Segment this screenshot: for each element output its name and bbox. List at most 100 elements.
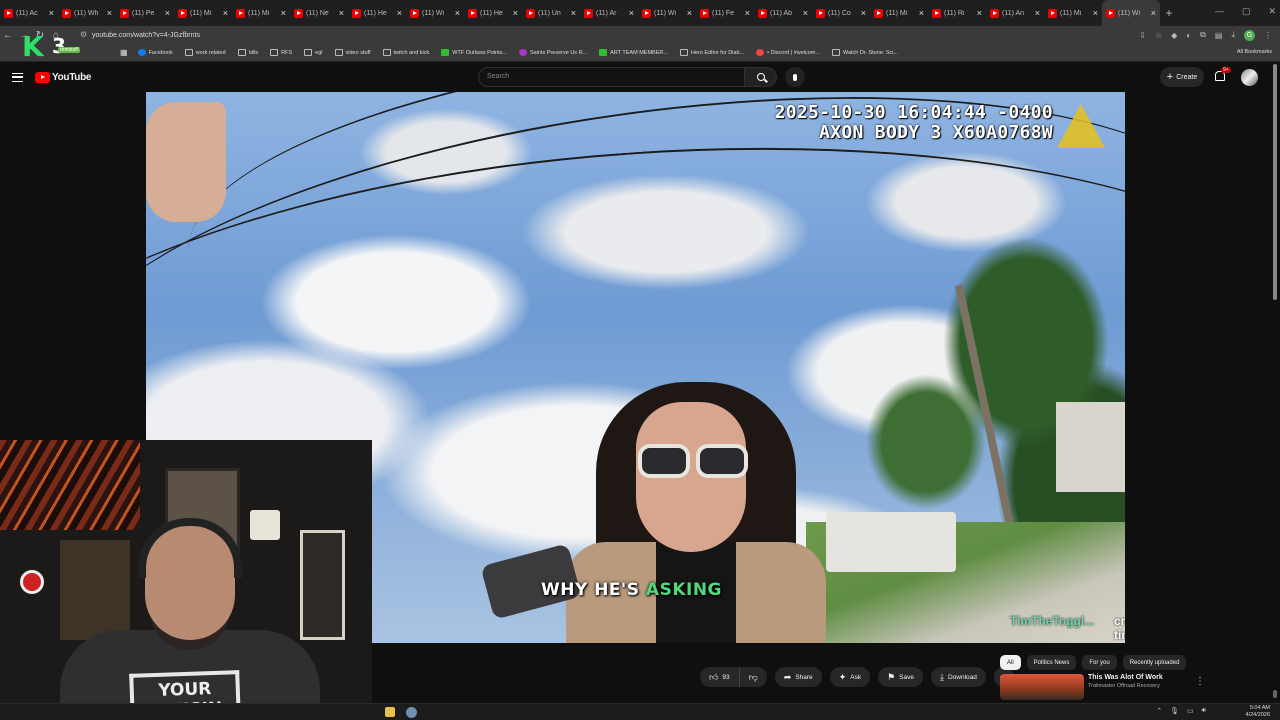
close-window-button[interactable]: ✕ bbox=[1268, 6, 1276, 17]
browser-tab[interactable]: (11) Ab × bbox=[754, 0, 812, 26]
close-tab-icon[interactable]: × bbox=[687, 8, 692, 18]
browser-tab[interactable]: (11) Wh × bbox=[58, 0, 116, 26]
share-button[interactable]: ➦ Share bbox=[774, 667, 822, 687]
forward-button[interactable]: → bbox=[16, 30, 32, 41]
back-button[interactable]: ← bbox=[0, 30, 16, 41]
bookmark-item[interactable]: Saints Preserve Us R... bbox=[518, 49, 587, 56]
home-button[interactable]: ⌂ bbox=[48, 30, 64, 41]
browser-tab[interactable]: (11) Wi × bbox=[638, 0, 696, 26]
browser-tab[interactable]: (11) Mi × bbox=[1044, 0, 1102, 26]
close-tab-icon[interactable]: × bbox=[107, 8, 112, 18]
reload-button[interactable]: ↻ bbox=[32, 30, 48, 41]
video-thumbnail[interactable] bbox=[1000, 674, 1084, 700]
filter-chip[interactable]: Recently uploaded bbox=[1122, 655, 1187, 670]
close-tab-icon[interactable]: × bbox=[1035, 8, 1040, 18]
close-tab-icon[interactable]: × bbox=[1151, 8, 1156, 18]
menu-icon[interactable]: ⋮ bbox=[1264, 31, 1272, 40]
browser-tab[interactable]: (11) Mi × bbox=[232, 0, 290, 26]
close-tab-icon[interactable]: × bbox=[455, 8, 460, 18]
bookmark-item[interactable]: egl bbox=[304, 49, 323, 56]
close-tab-icon[interactable]: × bbox=[745, 8, 750, 18]
bookmark-item[interactable]: Hero Editor for Diab... bbox=[679, 49, 744, 56]
maximize-button[interactable]: ▢ bbox=[1242, 6, 1251, 17]
close-tab-icon[interactable]: × bbox=[223, 8, 228, 18]
search-button[interactable] bbox=[745, 67, 777, 87]
browser-tab[interactable]: (11) Ne × bbox=[290, 0, 348, 26]
create-button[interactable]: + Create bbox=[1160, 67, 1204, 87]
puzzle-icon[interactable]: ⧉ bbox=[1200, 30, 1206, 40]
browser-tab[interactable]: (11) Co × bbox=[812, 0, 870, 26]
network-icon[interactable]: ▭ bbox=[1187, 707, 1194, 715]
browser-tab[interactable]: (11) Ac × bbox=[0, 0, 58, 26]
close-tab-icon[interactable]: × bbox=[49, 8, 54, 18]
close-tab-icon[interactable]: × bbox=[1093, 8, 1098, 18]
bookmark-item[interactable]: work related bbox=[184, 49, 226, 56]
browser-tab[interactable]: (11) Un × bbox=[522, 0, 580, 26]
filter-chip[interactable]: For you bbox=[1082, 655, 1117, 670]
page-scrollbar-thumb[interactable] bbox=[1273, 690, 1277, 698]
bookmark-item[interactable]: RFS bbox=[270, 49, 292, 56]
minimize-button[interactable]: — bbox=[1215, 6, 1224, 17]
install-icon[interactable]: ⇩ bbox=[1139, 31, 1146, 40]
browser-tab[interactable]: (11) Fe × bbox=[696, 0, 754, 26]
browser-tab[interactable]: (11) Wi × bbox=[1102, 0, 1160, 26]
account-avatar[interactable] bbox=[1241, 69, 1258, 86]
youtube-logo[interactable]: YouTube bbox=[35, 71, 92, 83]
profile-avatar[interactable]: G bbox=[1244, 29, 1255, 41]
close-tab-icon[interactable]: × bbox=[803, 8, 808, 18]
browser-tab[interactable]: (11) Wi × bbox=[406, 0, 464, 26]
recommended-title[interactable]: This Was Alot Of Work bbox=[1088, 674, 1163, 681]
bookmark-item[interactable]: Watch Dr. Stone: Sci... bbox=[831, 49, 898, 56]
browser-tab[interactable]: (11) Ar × bbox=[580, 0, 638, 26]
close-tab-icon[interactable]: × bbox=[281, 8, 286, 18]
recommendation-menu-icon[interactable]: ⋮ bbox=[1195, 676, 1205, 687]
browser-tab[interactable]: (11) He × bbox=[464, 0, 522, 26]
bookmark-item[interactable]: WTF Outlaws Points... bbox=[441, 49, 507, 56]
close-tab-icon[interactable]: × bbox=[629, 8, 634, 18]
bookmark-item[interactable]: video stuff bbox=[334, 49, 371, 56]
sidepanel-icon[interactable]: ▤ bbox=[1215, 31, 1223, 40]
download-button[interactable]: ⤓ Download bbox=[930, 667, 986, 687]
url-field[interactable]: ⚙ youtube.com/watch?v=4-JGzfbrnts bbox=[78, 28, 1139, 42]
dislike-button[interactable]: 👎︎ bbox=[739, 667, 767, 687]
like-button[interactable]: 👍︎ 93 bbox=[700, 667, 740, 687]
ask-button[interactable]: ✦ Ask bbox=[829, 667, 871, 687]
bookmark-item[interactable]: twitch and kick bbox=[382, 49, 429, 56]
clock[interactable]: 5:04 AM 4/24/2026 bbox=[1246, 705, 1270, 719]
volume-icon[interactable]: 🔊︎ bbox=[1202, 707, 1206, 715]
download-icon[interactable]: ⤓ bbox=[1231, 30, 1235, 40]
site-info-icon[interactable]: ⚙ bbox=[80, 30, 87, 39]
bookmark-star-icon[interactable]: ☆ bbox=[1155, 31, 1162, 40]
taskbar-app-icon[interactable] bbox=[406, 707, 417, 718]
close-tab-icon[interactable]: × bbox=[513, 8, 518, 18]
close-tab-icon[interactable]: × bbox=[571, 8, 576, 18]
bookmark-item[interactable]: bills bbox=[237, 49, 258, 56]
voice-search-button[interactable] bbox=[785, 67, 805, 87]
close-tab-icon[interactable]: × bbox=[397, 8, 402, 18]
search-input[interactable]: Search bbox=[478, 67, 745, 87]
browser-tab[interactable]: (11) Ri × bbox=[928, 0, 986, 26]
hamburger-menu-icon[interactable] bbox=[12, 72, 23, 82]
filter-chip[interactable]: Politics News bbox=[1026, 655, 1077, 670]
recommended-video[interactable]: This Was Alot Of Work Trailmaster Offroa… bbox=[1000, 674, 1163, 700]
browser-tab[interactable]: (11) Mi × bbox=[174, 0, 232, 26]
new-tab-button[interactable]: + bbox=[1160, 6, 1178, 20]
close-tab-icon[interactable]: × bbox=[339, 8, 344, 18]
taskbar-app-icon[interactable] bbox=[385, 707, 395, 717]
browser-tab[interactable]: (11) He × bbox=[348, 0, 406, 26]
extension-icon[interactable]: ◐ bbox=[1186, 31, 1191, 40]
recommended-channel[interactable]: Trailmaster Offroad Recovery bbox=[1088, 683, 1163, 689]
close-tab-icon[interactable]: × bbox=[165, 8, 170, 18]
apps-grid-icon[interactable]: ▦ bbox=[120, 48, 128, 57]
filter-chip[interactable]: All bbox=[1000, 655, 1021, 670]
page-scrollbar[interactable] bbox=[1273, 64, 1277, 300]
bookmark-item[interactable]: Facebook bbox=[137, 49, 173, 56]
browser-tab[interactable]: (11) Mi × bbox=[870, 0, 928, 26]
extension-icon[interactable]: ◆ bbox=[1171, 31, 1177, 40]
tray-chevron-icon[interactable]: ⌃ bbox=[1156, 707, 1162, 715]
save-button[interactable]: ⚑ Save bbox=[878, 667, 923, 687]
bookmark-item[interactable]: • Discord | #welcom... bbox=[756, 49, 820, 56]
bookmark-item[interactable]: ART TEAM MEMBER... bbox=[599, 49, 668, 56]
close-tab-icon[interactable]: × bbox=[861, 8, 866, 18]
all-bookmarks[interactable]: All Bookmarks bbox=[1237, 49, 1272, 55]
